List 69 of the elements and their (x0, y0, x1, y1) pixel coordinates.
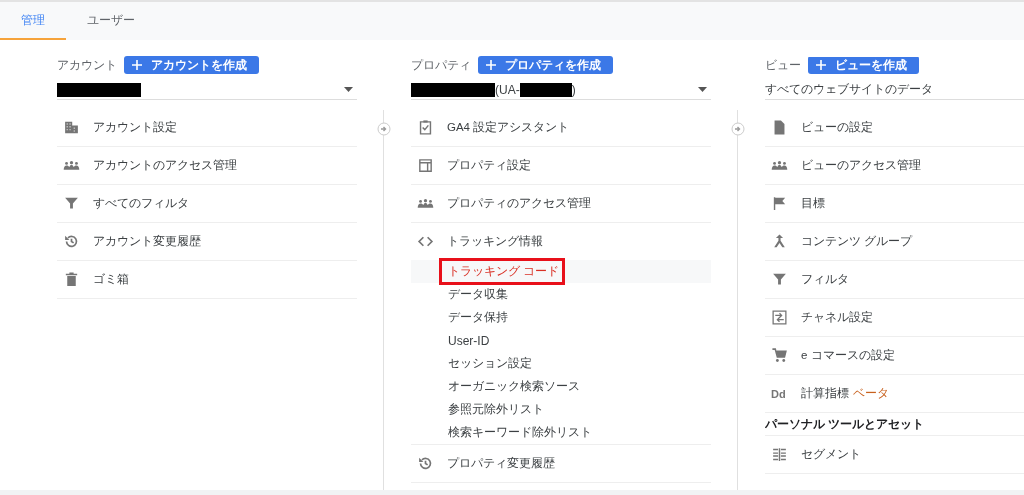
submenu-item: セッション設定 (448, 356, 532, 370)
submenu-row[interactable]: 検索キーワード除外リスト (411, 421, 711, 444)
menu-item[interactable]: アカウントのアクセス管理 (93, 158, 237, 173)
beta-label: ベータ (853, 385, 889, 402)
column-label: プロパティ (411, 56, 471, 74)
menu-item[interactable]: プロパティ変更履歴 (447, 456, 555, 471)
flag-icon (771, 195, 788, 212)
submenu-row[interactable]: オーガニック検索ソース (411, 375, 711, 398)
tab[interactable]: ユーザー (66, 2, 156, 40)
submenu-row[interactable]: トラッキング コード (411, 260, 711, 283)
selector-dropdown[interactable] (57, 80, 357, 100)
channel-icon (771, 309, 788, 326)
menu-item[interactable]: 目標 (801, 196, 825, 211)
submenu-row[interactable]: 参照元除外リスト (411, 398, 711, 421)
create-button[interactable]: ビューを作成 (808, 57, 919, 74)
arrow-circle-icon[interactable] (731, 122, 745, 136)
submenu-item: User-ID (448, 333, 490, 348)
menu-item[interactable]: e コマースの設定 (801, 348, 895, 363)
selector-dropdown[interactable]: すべてのウェブサイトのデータ (765, 80, 1024, 100)
menu-item[interactable]: トラッキング情報 (447, 234, 543, 249)
submenu-item: トラッキング コード (448, 264, 560, 278)
submenu-row[interactable]: データ収集 (411, 283, 711, 306)
section-heading: パーソナル ツールとアセット (765, 413, 1024, 436)
menu-item[interactable]: アカウント設定 (93, 120, 177, 135)
submenu-item: データ保持 (448, 310, 508, 324)
redacted-block (519, 82, 572, 97)
selector-text: (UA- (495, 82, 520, 97)
menu-item[interactable]: ビューのアクセス管理 (801, 158, 921, 173)
submenu-item: 検索キーワード除外リスト (448, 425, 592, 439)
menu-item[interactable]: フィルタ (801, 272, 849, 287)
submenu-item: オーガニック検索ソース (448, 379, 580, 393)
submenu-row[interactable]: User-ID (411, 329, 711, 352)
selector-text: ) (571, 82, 576, 97)
history-icon (417, 455, 434, 472)
menu-item[interactable]: アカウント変更履歴 (93, 234, 201, 249)
menu-item[interactable]: ビューの設定 (801, 120, 873, 135)
menu-item[interactable]: ゴミ箱 (93, 272, 129, 287)
menu-item[interactable]: すべてのフィルタ (93, 196, 189, 211)
clipboard-icon (417, 119, 434, 136)
segment-icon (771, 446, 788, 463)
column-label: アカウント (57, 56, 117, 74)
arrow-circle-icon[interactable] (377, 122, 391, 136)
menu-item[interactable]: GA4 設定アシスタント (447, 120, 570, 135)
create-button[interactable]: アカウントを作成 (124, 56, 259, 74)
cart-icon (771, 347, 788, 364)
menu-item[interactable]: コンテンツ グループ (801, 234, 913, 249)
selector-text: すべてのウェブサイトのデータ (765, 81, 933, 98)
selector-dropdown[interactable]: (UA- ) (411, 80, 711, 100)
building-icon (63, 119, 80, 136)
submenu-item: 参照元除外リスト (448, 402, 544, 416)
create-button[interactable]: プロパティを作成 (478, 56, 613, 74)
history-icon (63, 233, 80, 250)
plus-icon (816, 60, 826, 70)
plus-icon (486, 60, 496, 70)
trash-icon (63, 271, 80, 288)
dropdown-arrow-icon (344, 87, 353, 92)
dropdown-arrow-icon (698, 87, 707, 92)
layout-icon (417, 157, 434, 174)
metric-icon: Dd (771, 387, 786, 400)
submenu-row[interactable]: データ保持 (411, 306, 711, 329)
menu-item[interactable]: セグメント (801, 447, 861, 462)
submenu-item: データ収集 (448, 287, 508, 301)
menu-item[interactable]: チャネル設定 (801, 310, 873, 325)
menu-item[interactable]: 計算指標 (801, 386, 849, 401)
submenu-row[interactable]: セッション設定 (411, 352, 711, 375)
menu-item[interactable]: プロパティのアクセス管理 (447, 196, 591, 211)
plus-icon (132, 60, 142, 70)
menu-item[interactable]: プロパティ設定 (447, 158, 531, 173)
column-label: ビュー (765, 57, 801, 74)
